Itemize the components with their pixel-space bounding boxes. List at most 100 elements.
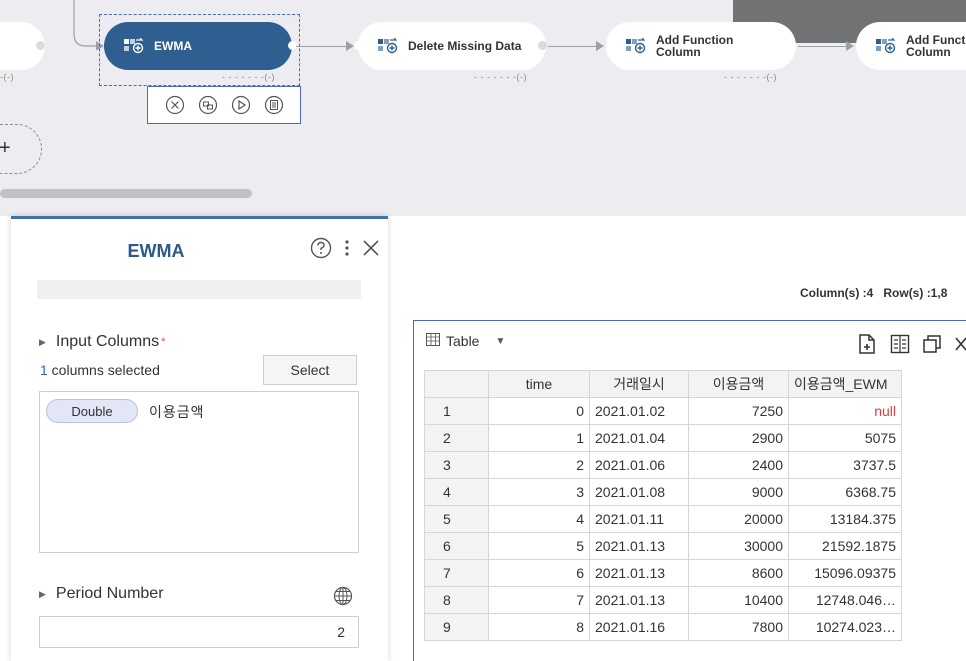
node-status: - - - - - - -(-): [222, 72, 275, 82]
run-icon[interactable]: [231, 95, 251, 115]
cell-ewma: 13184.375: [788, 505, 902, 533]
pipeline-canvas[interactable]: -(-) EWMA - - - - - - -(-) Delete Missin…: [0, 0, 966, 216]
cell-amount: 7250: [688, 397, 789, 425]
connector-arrow: [596, 41, 604, 51]
cell-amount: 7800: [688, 613, 789, 641]
copy-icon[interactable]: [922, 334, 942, 354]
row-number-header: [424, 370, 489, 398]
cell-date: 2021.01.04: [589, 424, 689, 452]
row-number: 5: [424, 505, 489, 533]
property-panel: EWMA ▶ Input Columns * 1 columns selected…: [11, 216, 388, 661]
cell-date: 2021.01.13: [589, 559, 689, 587]
node-output-port[interactable]: [36, 41, 45, 50]
column-header[interactable]: 이용금액: [688, 370, 789, 398]
cell-date: 2021.01.13: [589, 532, 689, 560]
function-node-icon: [378, 38, 398, 54]
row-count: Row(s) :1,8: [883, 286, 948, 300]
node-connector: [296, 46, 348, 47]
cell-ewma: 12748.046…: [788, 586, 902, 614]
cell-time: 4: [488, 505, 590, 533]
pipeline-node-add-function-column-2[interactable]: Add Funct Column: [856, 22, 966, 70]
selected-count: 1 columns selected: [40, 362, 160, 378]
input-columns-section[interactable]: ▶ Input Columns *: [39, 333, 165, 351]
column-header[interactable]: time: [488, 370, 590, 398]
section-label: Period Number: [55, 585, 164, 602]
delete-icon[interactable]: [165, 95, 185, 115]
node-input-port[interactable]: [354, 41, 363, 50]
cell-time: 1: [488, 424, 590, 452]
caret-right-icon: ▶: [39, 588, 46, 599]
column-header[interactable]: 거래일시: [589, 370, 689, 398]
table-row[interactable]: 4 3 2021.01.08 9000 6368.75: [424, 478, 902, 506]
log-icon[interactable]: [264, 95, 284, 115]
cell-ewma: 6368.75: [788, 478, 902, 506]
node-connector: [548, 46, 598, 47]
table-row[interactable]: 3 2 2021.01.06 2400 3737.5: [424, 451, 902, 479]
node-label: Add Function Column: [656, 33, 734, 59]
table-row[interactable]: 1 0 2021.01.02 7250 null: [424, 397, 902, 425]
globe-icon[interactable]: [333, 586, 353, 611]
data-table: time 거래일시 이용금액 이용금액_EWM 1 0 2021.01.02 7250…: [424, 370, 902, 641]
panel-actions: [310, 237, 380, 259]
panel-title: EWMA: [127, 241, 185, 261]
cell-ewma: 3737.5: [788, 451, 902, 479]
connector-arrow: [346, 41, 354, 51]
cell-date: 2021.01.13: [589, 586, 689, 614]
cell-date: 2021.01.02: [589, 397, 689, 425]
node-output-port[interactable]: [538, 41, 547, 50]
cell-time: 6: [488, 559, 590, 587]
cell-time: 3: [488, 478, 590, 506]
table-row[interactable]: 9 8 2021.01.16 7800 10274.023…: [424, 613, 902, 641]
cell-time: 5: [488, 532, 590, 560]
close-icon[interactable]: [362, 239, 380, 257]
cell-amount: 9000: [688, 478, 789, 506]
table-row[interactable]: 6 5 2021.01.13 30000 21592.1875: [424, 532, 902, 560]
row-number: 7: [424, 559, 489, 587]
node-connector: [798, 46, 848, 47]
period-number-section[interactable]: ▶ Period Number: [39, 585, 164, 603]
cell-amount: 2400: [688, 451, 789, 479]
period-number-input[interactable]: 2: [39, 616, 359, 648]
view-mode-dropdown[interactable]: Table ▼: [426, 333, 505, 349]
help-icon[interactable]: [310, 237, 332, 259]
column-settings-icon[interactable]: [890, 334, 910, 354]
cell-date: 2021.01.08: [589, 478, 689, 506]
data-preview: Table ▼ time 거래일시 이용금액 이용금액_EWM 1 0 2021.0…: [413, 320, 966, 661]
cell-amount: 30000: [688, 532, 789, 560]
cell-time: 7: [488, 586, 590, 614]
cell-ewma: 5075: [788, 424, 902, 452]
row-number: 2: [424, 424, 489, 452]
table-icon: [426, 333, 440, 349]
pipeline-node-previous[interactable]: [0, 22, 45, 70]
table-row[interactable]: 5 4 2021.01.11 20000 13184.375: [424, 505, 902, 533]
row-number: 3: [424, 451, 489, 479]
connector-arrow: [846, 41, 854, 51]
select-columns-button[interactable]: Select: [263, 355, 357, 385]
cell-date: 2021.01.06: [589, 451, 689, 479]
node-status: - - - - - - -(-): [474, 72, 527, 82]
cell-time: 2: [488, 451, 590, 479]
table-row[interactable]: 8 7 2021.01.13 10400 12748.046…: [424, 586, 902, 614]
plus-icon: +: [0, 137, 11, 159]
section-label: Input Columns: [55, 333, 160, 350]
node-toolbox: [147, 86, 301, 124]
close-icon[interactable]: [954, 334, 966, 354]
column-header[interactable]: 이용금액_EWM: [788, 370, 902, 398]
cell-amount: 10400: [688, 586, 789, 614]
function-node-icon: [876, 38, 896, 54]
cell-ewma: 15096.09375: [788, 559, 902, 587]
cell-ewma: 21592.1875: [788, 532, 902, 560]
table-row[interactable]: 2 1 2021.01.04 2900 5075: [424, 424, 902, 452]
canvas-horizontal-scrollbar[interactable]: [0, 189, 252, 198]
add-node-placeholder[interactable]: +: [0, 124, 42, 174]
more-options-icon[interactable]: [344, 238, 350, 258]
pipeline-node-ewma[interactable]: EWMA: [104, 22, 297, 70]
node-label: EWMA: [154, 39, 192, 53]
row-number: 8: [424, 586, 489, 614]
table-row[interactable]: 7 6 2021.01.13 8600 15096.09375: [424, 559, 902, 587]
column-name: 이용금액: [149, 404, 205, 420]
pipeline-node-add-function-column[interactable]: Add Function Column: [606, 22, 796, 70]
pipeline-node-delete-missing[interactable]: Delete Missing Data: [354, 22, 547, 70]
copy-node-icon[interactable]: [198, 95, 218, 115]
add-file-icon[interactable]: [856, 333, 878, 355]
